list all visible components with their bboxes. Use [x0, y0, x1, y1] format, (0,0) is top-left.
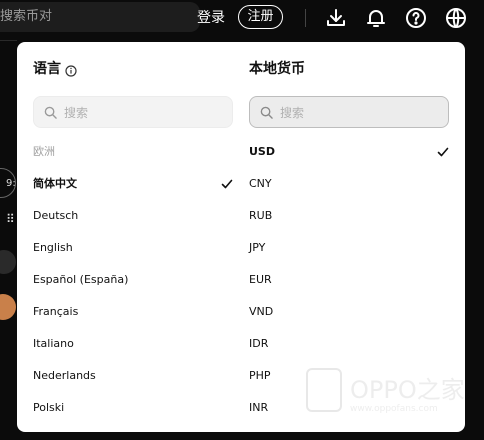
search-icon	[44, 106, 57, 119]
language-item[interactable]: Deutsch	[33, 206, 233, 226]
language-item-label: Español (España)	[33, 273, 129, 286]
checkmark-icon	[221, 179, 233, 189]
currency-item-label: VND	[249, 305, 274, 318]
download-icon[interactable]	[324, 6, 348, 30]
header-divider	[305, 9, 306, 27]
pair-search-input[interactable]: 搜索币对	[0, 2, 200, 32]
currency-item[interactable]: CNY	[249, 174, 449, 194]
checkmark-icon	[437, 147, 449, 157]
language-item[interactable]: Polski	[33, 398, 233, 418]
language-title: 语言	[33, 61, 61, 77]
watermark-url: www.oppofans.com	[350, 404, 438, 414]
language-item[interactable]: Español (España)	[33, 270, 233, 290]
currency-search-box[interactable]	[249, 96, 449, 128]
language-item-label: Nederlands	[33, 369, 96, 382]
background-line	[0, 40, 17, 41]
login-link[interactable]: 登录	[197, 8, 225, 28]
globe-icon[interactable]	[444, 6, 468, 30]
currency-item-label: RUB	[249, 209, 273, 222]
bell-icon[interactable]	[364, 6, 388, 30]
currency-item-label: INR	[249, 401, 269, 414]
currency-item[interactable]: VND	[249, 302, 449, 322]
currency-search-input[interactable]	[278, 103, 442, 123]
top-bar: 搜索币对 登录 注册	[0, 0, 484, 36]
currency-item[interactable]: USD	[249, 142, 449, 162]
language-item-label: English	[33, 241, 73, 254]
currency-title: 本地货币	[249, 61, 305, 77]
language-item[interactable]: 简体中文	[33, 174, 233, 194]
language-item[interactable]: Italiano	[33, 334, 233, 354]
help-icon[interactable]	[404, 6, 428, 30]
language-search-box[interactable]	[33, 96, 233, 128]
currency-item-label: JPY	[249, 241, 266, 254]
currency-item[interactable]: IDR	[249, 334, 449, 354]
currency-item[interactable]: EUR	[249, 270, 449, 290]
currency-item[interactable]: JPY	[249, 238, 449, 258]
language-item-label: Italiano	[33, 337, 74, 350]
background-coin-icon	[0, 294, 16, 320]
language-item[interactable]: English	[33, 238, 233, 258]
language-item-label: 简体中文	[33, 177, 77, 190]
language-group-label: 欧洲	[33, 145, 55, 158]
language-item-label: Polski	[33, 401, 65, 414]
currency-item-label: PHP	[249, 369, 271, 382]
language-item[interactable]: Français	[33, 302, 233, 322]
search-icon	[260, 106, 273, 119]
watermark-logo-icon	[306, 368, 342, 412]
register-button[interactable]: 注册	[238, 5, 283, 29]
watermark: OPPO之家 www.oppofans.com	[306, 364, 476, 424]
pair-search-placeholder: 搜索币对	[0, 9, 53, 24]
currency-item-label: CNY	[249, 177, 272, 190]
language-search-input[interactable]	[62, 103, 226, 123]
language-item[interactable]: Nederlands	[33, 366, 233, 386]
language-item-label: Français	[33, 305, 79, 318]
info-icon[interactable]	[65, 62, 77, 77]
language-item-label: Deutsch	[33, 209, 79, 222]
currency-item-label: EUR	[249, 273, 272, 286]
watermark-brand: OPPO之家	[350, 376, 465, 404]
background-avatar	[0, 250, 16, 274]
background-grip-icon: ⠿	[6, 212, 15, 226]
currency-item-label: IDR	[249, 337, 269, 350]
background-time: 9:	[6, 178, 16, 189]
currency-item-label: USD	[249, 145, 275, 158]
currency-item[interactable]: RUB	[249, 206, 449, 226]
